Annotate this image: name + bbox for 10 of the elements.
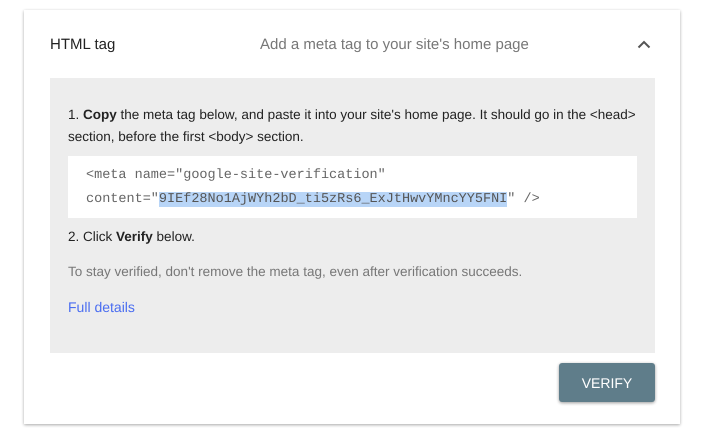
instruction-text: 1. Copy the meta tag below, and paste it into your site's home page. It should go in the <head> section, before the first <body> section.	[68, 106, 637, 146]
note-text: To stay verified, don't remove the meta tag, even after verification succeeds.	[68, 264, 524, 279]
verify-button[interactable]: VERIFY	[559, 363, 655, 402]
instruction-text: 2. Click Verify below.	[68, 228, 196, 246]
code-line: <meta name="google-site-verification"	[86, 167, 387, 185]
section-title: HTML tag	[50, 36, 116, 52]
code-line: content="9IEf28No1AjWYh2bD_ti5zRs6_ExJtHwvYMncYY5FNI" />	[86, 191, 541, 209]
chevron-icon[interactable]	[637, 40, 651, 48]
full-details-link[interactable]: Full details	[68, 299, 135, 315]
section-subtitle: Add a meta tag to your site's home page	[260, 36, 530, 52]
